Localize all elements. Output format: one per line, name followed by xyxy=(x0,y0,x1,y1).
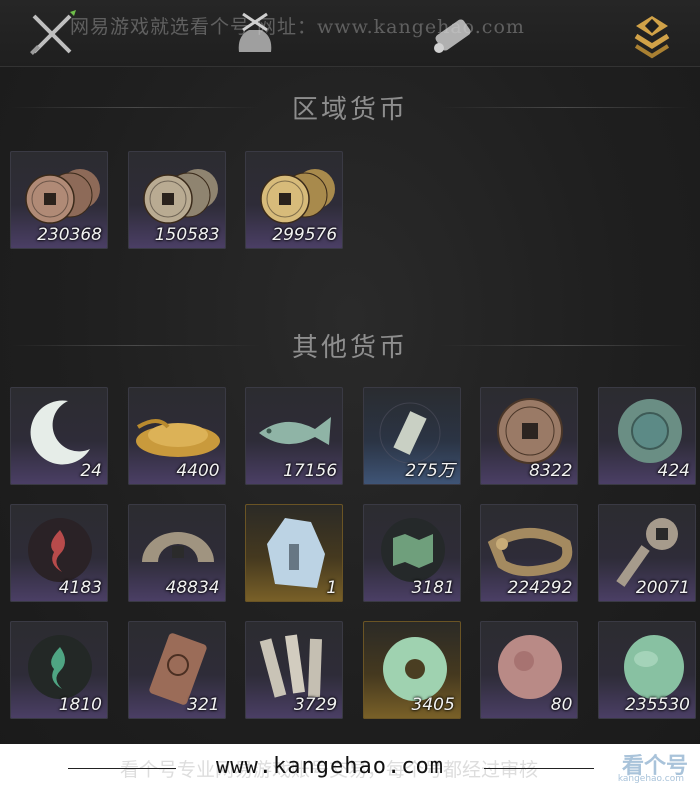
currency-slot[interactable]: 8322 xyxy=(480,387,579,485)
currency-slot[interactable]: 224292 xyxy=(480,504,579,602)
top-tab-bar: 网易游戏就选看个号 网址：www.kangehao.com xyxy=(0,0,700,67)
currency-slot[interactable]: 4400 xyxy=(127,387,226,485)
currency-quantity: 20071 xyxy=(635,578,690,598)
currency-slot[interactable]: 321 xyxy=(127,621,226,719)
currency-quantity: 299576 xyxy=(272,225,338,245)
currency-slot[interactable]: 230368 xyxy=(10,151,108,249)
currency-slot[interactable]: 150583 xyxy=(127,151,226,249)
currency-quantity: 224292 xyxy=(507,578,573,598)
currency-slot[interactable]: 20071 xyxy=(598,504,696,602)
coin-tab-icon[interactable] xyxy=(626,8,678,60)
currency-quantity: 424 xyxy=(657,461,690,481)
currency-quantity: 1810 xyxy=(58,695,102,715)
currency-quantity: 275万 xyxy=(405,461,455,481)
currency-quantity: 4400 xyxy=(176,461,220,481)
currency-slot[interactable]: 4183 xyxy=(10,504,108,602)
currency-slot[interactable]: 424 xyxy=(598,387,696,485)
currency-quantity: 3729 xyxy=(293,695,338,715)
currency-slot[interactable]: 235530 xyxy=(598,621,696,719)
currency-slot[interactable]: 1810 xyxy=(10,621,108,719)
currency-quantity: 48834 xyxy=(165,578,220,598)
currency-quantity: 235530 xyxy=(625,695,690,715)
currency-quantity: 3405 xyxy=(411,695,455,715)
site-logo-subtext: kangehao.com xyxy=(617,774,684,784)
currency-quantity: 8322 xyxy=(529,461,573,481)
currency-slot[interactable]: 1 xyxy=(245,504,344,602)
currency-quantity: 24 xyxy=(80,461,102,481)
currency-quantity: 4183 xyxy=(58,578,102,598)
section-title-other: 其他货币 xyxy=(291,333,408,363)
currency-slot[interactable]: 24 xyxy=(10,387,108,485)
currency-quantity: 321 xyxy=(187,695,220,715)
watermark-text: 网易游戏就选看个号 网址：www.kangehao.com xyxy=(70,16,525,38)
currency-quantity: 80 xyxy=(550,695,573,715)
currency-quantity: 17156 xyxy=(283,461,338,481)
currency-slot[interactable]: 48834 xyxy=(127,504,226,602)
currency-slot[interactable]: 80 xyxy=(480,621,579,719)
footer-watermark-band: 看个号专业网易游戏账号交易，每个号都经过审核 www.kangehao.com … xyxy=(0,744,700,793)
currency-slot[interactable]: 17156 xyxy=(245,387,344,485)
currency-quantity: 150583 xyxy=(154,225,220,245)
footer-url: www.kangehao.com xyxy=(216,754,444,779)
currency-slot[interactable]: 299576 xyxy=(245,151,344,249)
currency-quantity: 3181 xyxy=(411,578,455,598)
currency-quantity: 1 xyxy=(326,578,338,598)
currency-slot[interactable]: 3729 xyxy=(245,621,344,719)
currency-slot[interactable]: 275万 xyxy=(362,387,461,485)
currency-slot[interactable]: 3405 xyxy=(362,621,461,719)
section-title-regional: 区域货币 xyxy=(291,95,408,125)
currency-quantity: 230368 xyxy=(37,225,102,245)
currency-slot[interactable]: 3181 xyxy=(362,504,461,602)
